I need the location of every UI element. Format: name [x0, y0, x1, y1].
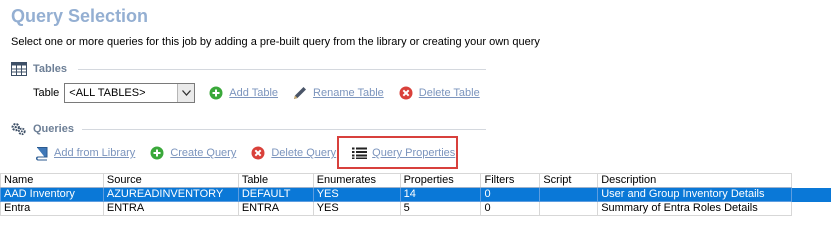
- cell-table: DEFAULT: [237, 187, 314, 202]
- column-header-properties[interactable]: Properties: [399, 173, 482, 188]
- column-header-name[interactable]: Name: [0, 173, 104, 188]
- cell-filler: [791, 201, 831, 216]
- add-table-label: Add Table: [229, 87, 279, 99]
- delete-table-label: Delete Table: [418, 87, 480, 99]
- column-header-enumerates[interactable]: Enumerates: [312, 173, 401, 188]
- table-row[interactable]: Entra ENTRA ENTRA YES 5 0 Summary of Ent…: [0, 201, 831, 216]
- table-header-row: Name Source Table Enumerates Properties …: [0, 173, 831, 188]
- table-select[interactable]: <ALL TABLES>: [64, 83, 196, 103]
- query-properties-highlight: [337, 136, 458, 169]
- cell-filters: 0: [480, 201, 541, 216]
- table-grid-icon: [11, 61, 27, 77]
- cell-script: [539, 201, 599, 216]
- queries-section-heading: Queries: [11, 121, 74, 137]
- tables-divider: [78, 69, 486, 70]
- column-header-table[interactable]: Table: [237, 173, 314, 188]
- column-header-source[interactable]: Source: [102, 173, 239, 188]
- column-header-filler: [791, 173, 831, 188]
- cell-script: [539, 187, 599, 202]
- cell-filters: 0: [480, 187, 541, 202]
- cell-description: User and Group Inventory Details: [597, 187, 793, 202]
- cell-name: Entra: [0, 201, 104, 216]
- cell-properties: 14: [399, 187, 482, 202]
- book-icon: [33, 145, 49, 161]
- queries-table: Name Source Table Enumerates Properties …: [0, 173, 831, 216]
- page-title: Query Selection: [11, 6, 149, 26]
- queries-heading-label: Queries: [33, 123, 74, 135]
- tables-section-heading: Tables: [11, 61, 67, 77]
- cell-source: AZUREADINVENTORY: [102, 187, 239, 202]
- cell-name: AAD Inventory: [0, 187, 104, 202]
- add-circle-icon: [149, 145, 165, 161]
- chevron-down-icon[interactable]: [177, 84, 195, 102]
- tables-toolbar: Table <ALL TABLES> Add Table Rename Tabl…: [33, 83, 480, 103]
- create-query-label: Create Query: [170, 147, 237, 159]
- column-header-filters[interactable]: Filters: [480, 173, 541, 188]
- rename-table-button[interactable]: Rename Table: [292, 85, 384, 101]
- add-from-library-button[interactable]: Add from Library: [33, 145, 135, 161]
- cell-filler: [791, 187, 831, 202]
- tables-heading-label: Tables: [33, 63, 68, 75]
- delete-query-label: Delete Query: [271, 147, 337, 159]
- column-header-script[interactable]: Script: [539, 173, 599, 188]
- delete-query-button[interactable]: Delete Query: [250, 145, 336, 161]
- cell-enumerates: YES: [312, 187, 401, 202]
- cell-table: ENTRA: [237, 201, 314, 216]
- gears-icon: [11, 121, 27, 137]
- queries-divider: [82, 129, 486, 130]
- cell-enumerates: YES: [312, 201, 401, 216]
- pencil-icon: [292, 85, 308, 101]
- query-selection-page: Query Selection Select one or more queri…: [0, 0, 831, 246]
- cell-source: ENTRA: [102, 201, 239, 216]
- delete-circle-icon: [250, 145, 266, 161]
- table-select-label: Table: [33, 87, 60, 99]
- delete-circle-icon: [398, 85, 414, 101]
- page-subtitle: Select one or more queries for this job …: [11, 36, 540, 48]
- add-table-button[interactable]: Add Table: [208, 85, 278, 101]
- add-from-library-label: Add from Library: [54, 147, 136, 159]
- add-circle-icon: [208, 85, 224, 101]
- table-select-value: <ALL TABLES>: [69, 87, 146, 99]
- column-header-description[interactable]: Description: [597, 173, 793, 188]
- table-row[interactable]: AAD Inventory AZUREADINVENTORY DEFAULT Y…: [0, 187, 831, 202]
- cell-properties: 5: [399, 201, 482, 216]
- delete-table-button[interactable]: Delete Table: [398, 85, 480, 101]
- rename-table-label: Rename Table: [313, 87, 384, 99]
- create-query-button[interactable]: Create Query: [149, 145, 236, 161]
- cell-description: Summary of Entra Roles Details: [597, 201, 793, 216]
